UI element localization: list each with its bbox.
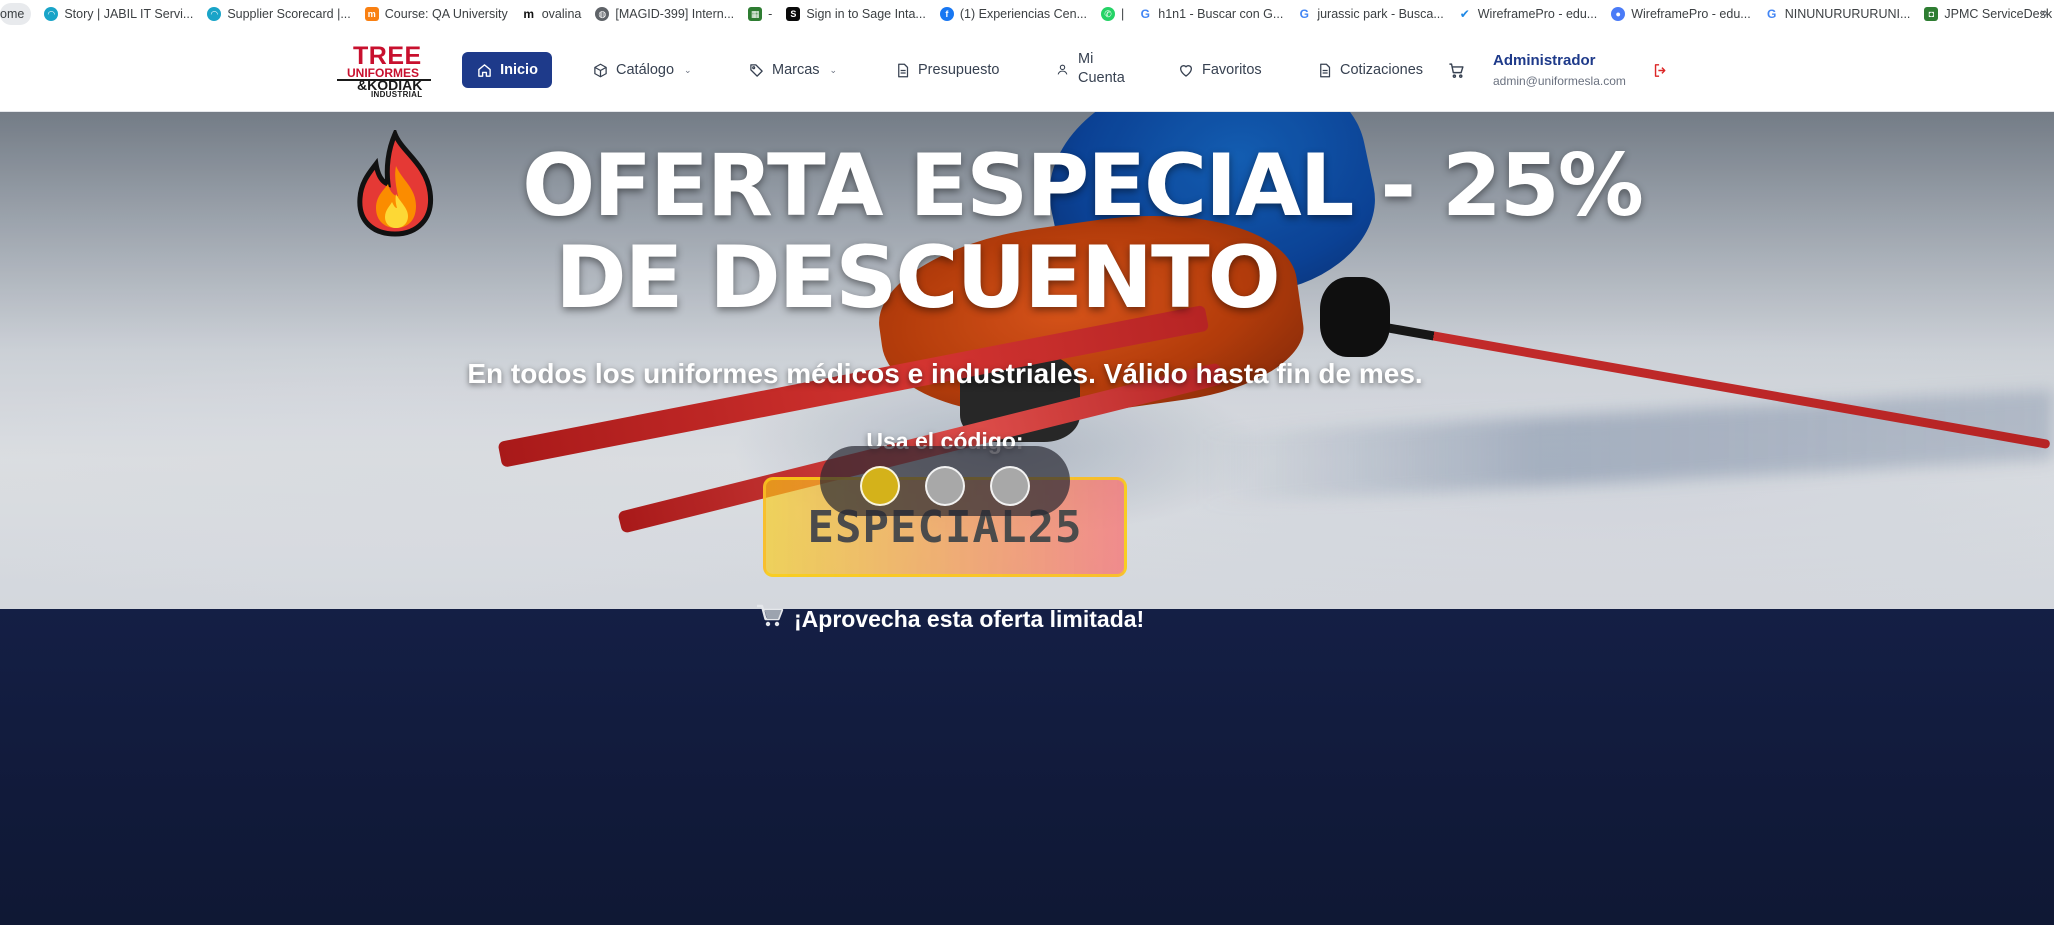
whatsapp-icon: ✆ <box>1101 7 1115 21</box>
carousel-dot-2[interactable] <box>925 466 965 506</box>
headset-icon: ◠ <box>44 7 59 21</box>
heart-icon <box>1178 62 1194 78</box>
bookmark-label: h1n1 - Buscar con G... <box>1158 7 1284 21</box>
bookmark-label: NINUNURURURUNI... <box>1784 7 1911 21</box>
bookmark-label: [MAGID-399] Intern... <box>615 7 735 21</box>
bookmark-12[interactable]: ✔ WireframePro - edu... <box>1451 3 1604 25</box>
hero-title-line1: OFERTA ESPECIAL - 25% <box>522 136 1644 236</box>
google-icon: G <box>1297 7 1312 21</box>
carousel-dot-1[interactable] <box>860 466 900 506</box>
more-bookmarks-icon[interactable]: » <box>2040 4 2048 20</box>
document-icon <box>894 62 910 78</box>
carousel-dot-3[interactable] <box>990 466 1030 506</box>
hero-lower-band <box>0 609 2054 925</box>
nav-marcas[interactable]: Marcas ⌄ <box>748 56 837 84</box>
servicedesk-icon: ◘ <box>1924 7 1939 21</box>
toggle-icon: ● <box>1611 7 1626 21</box>
bookmark-13[interactable]: ● WireframePro - edu... <box>1604 3 1757 25</box>
bookmark-label: Supplier Scorecard |... <box>227 7 351 21</box>
bookmark-label: - <box>768 7 773 21</box>
user-email: admin@uniformesla.com <box>1493 74 1626 88</box>
nav-mi-cuenta-line2: Cuenta <box>1078 70 1125 86</box>
bookmark-14[interactable]: G NINUNURURURUNI... <box>1758 3 1918 25</box>
bookmark-1[interactable]: ◠ Story | JABIL IT Servi... <box>37 3 200 25</box>
nav-cotizaciones-label: Cotizaciones <box>1340 62 1424 78</box>
hero-subtitle: En todos los uniformes médicos e industr… <box>467 358 1423 389</box>
bookmark-15[interactable]: ◘ JPMC ServiceDesk <box>1917 3 2054 25</box>
bookmark-8[interactable]: f (1) Experiencias Cen... <box>933 3 1094 25</box>
headset-icon: ◠ <box>207 7 222 21</box>
bookmark-label: WireframePro - edu... <box>1477 7 1598 21</box>
bookmark-0[interactable]: ome <box>0 3 32 25</box>
chevron-down-icon: ⌄ <box>829 64 838 75</box>
home-icon <box>476 62 492 78</box>
bookmark-3[interactable]: m Course: QA University <box>358 3 515 25</box>
facebook-icon: f <box>939 7 954 21</box>
user-name[interactable]: Administrador <box>1493 52 1596 69</box>
nav-presupuesto[interactable]: Presupuesto <box>894 56 999 84</box>
promo-callout-text: ¡Aprovecha esta oferta limitada! <box>794 605 1145 632</box>
m-icon: m <box>521 7 536 21</box>
bookmark-label: Course: QA University <box>384 7 508 21</box>
bookmark-label: WireframePro - edu... <box>1631 7 1751 21</box>
site-header: TREE UNIFORMES &KODIAK INDUSTRIAL Inicio… <box>0 28 2054 112</box>
nav-home-button[interactable]: Inicio <box>462 52 552 88</box>
bookmark-9[interactable]: ✆ | <box>1094 3 1131 25</box>
bookmark-5[interactable]: ◍ [MAGID-399] Intern... <box>588 3 741 25</box>
google-icon: G <box>1138 7 1153 21</box>
nav-favoritos[interactable]: Favoritos <box>1178 56 1262 84</box>
cart-icon[interactable] <box>1448 62 1465 84</box>
brand-logo[interactable]: TREE UNIFORMES &KODIAK INDUSTRIAL <box>337 42 431 100</box>
user-icon <box>1054 61 1070 77</box>
bookmark-7[interactable]: S Sign in to Sage Inta... <box>779 3 933 25</box>
bookmark-label: Sign in to Sage Inta... <box>806 7 926 21</box>
nav-mi-cuenta-label: Mi Cuenta <box>1078 50 1125 88</box>
logout-icon[interactable] <box>1652 62 1669 84</box>
nav-home-label: Inicio <box>500 62 538 78</box>
bookmark-label: ome <box>0 7 25 21</box>
hero-banner: OFERTA ESPECIAL - 25% DE DESCUENTO En to… <box>0 112 2054 609</box>
logo-text-industrial: INDUSTRIAL <box>371 90 423 99</box>
wireframe-icon: ✔ <box>1457 7 1472 21</box>
cart-icon <box>756 604 784 634</box>
nav-catalogo-label: Catálogo <box>616 62 675 78</box>
bookmark-11[interactable]: Gjurassic park - Busca... <box>1290 3 1450 25</box>
grid-icon: ▦ <box>748 7 763 21</box>
nav-favoritos-label: Favoritos <box>1202 62 1262 78</box>
nav-presupuesto-label: Presupuesto <box>918 62 1000 78</box>
bookmark-4[interactable]: m ovalina <box>515 3 589 25</box>
box-icon <box>592 62 608 78</box>
google-icon: G <box>1764 7 1779 21</box>
bookmark-label: Story | JABIL IT Servi... <box>64 7 194 21</box>
bookmark-label: ovalina <box>541 7 582 21</box>
moodle-icon: m <box>364 7 379 21</box>
chevron-down-icon: ⌄ <box>684 64 692 75</box>
bookmark-2[interactable]: ◠ Supplier Scorecard |... <box>200 3 357 25</box>
nav-mi-cuenta-line1: Mi <box>1078 51 1094 67</box>
globe-icon: ◍ <box>595 7 610 21</box>
nav-mi-cuenta[interactable]: Mi Cuenta <box>1054 50 1125 88</box>
nav-marcas-label: Marcas <box>772 62 820 78</box>
bookmark-10[interactable]: Gh1n1 - Buscar con G... <box>1131 3 1290 25</box>
hero-title-line2: DE DESCUENTO <box>555 228 1281 328</box>
bookmark-label: JPMC ServiceDesk <box>1944 7 2053 21</box>
sage-icon: S <box>786 7 801 21</box>
bookmarks-bar: ome ◠ Story | JABIL IT Servi... ◠ Supplier… <box>0 0 2054 28</box>
promo-callout: ¡Aprovecha esta oferta limitada! <box>756 604 1144 634</box>
nav-cotizaciones[interactable]: Cotizaciones <box>1316 56 1423 84</box>
nav-catalogo[interactable]: Catálogo ⌄ <box>592 56 692 84</box>
tag-icon <box>748 62 764 78</box>
bookmark-6[interactable]: ▦ - <box>741 3 779 25</box>
bookmark-label: | <box>1121 7 1125 21</box>
document-icon <box>1316 62 1332 78</box>
bookmark-label: (1) Experiencias Cen... <box>959 7 1087 21</box>
bookmark-label: jurassic park - Busca... <box>1317 7 1444 21</box>
